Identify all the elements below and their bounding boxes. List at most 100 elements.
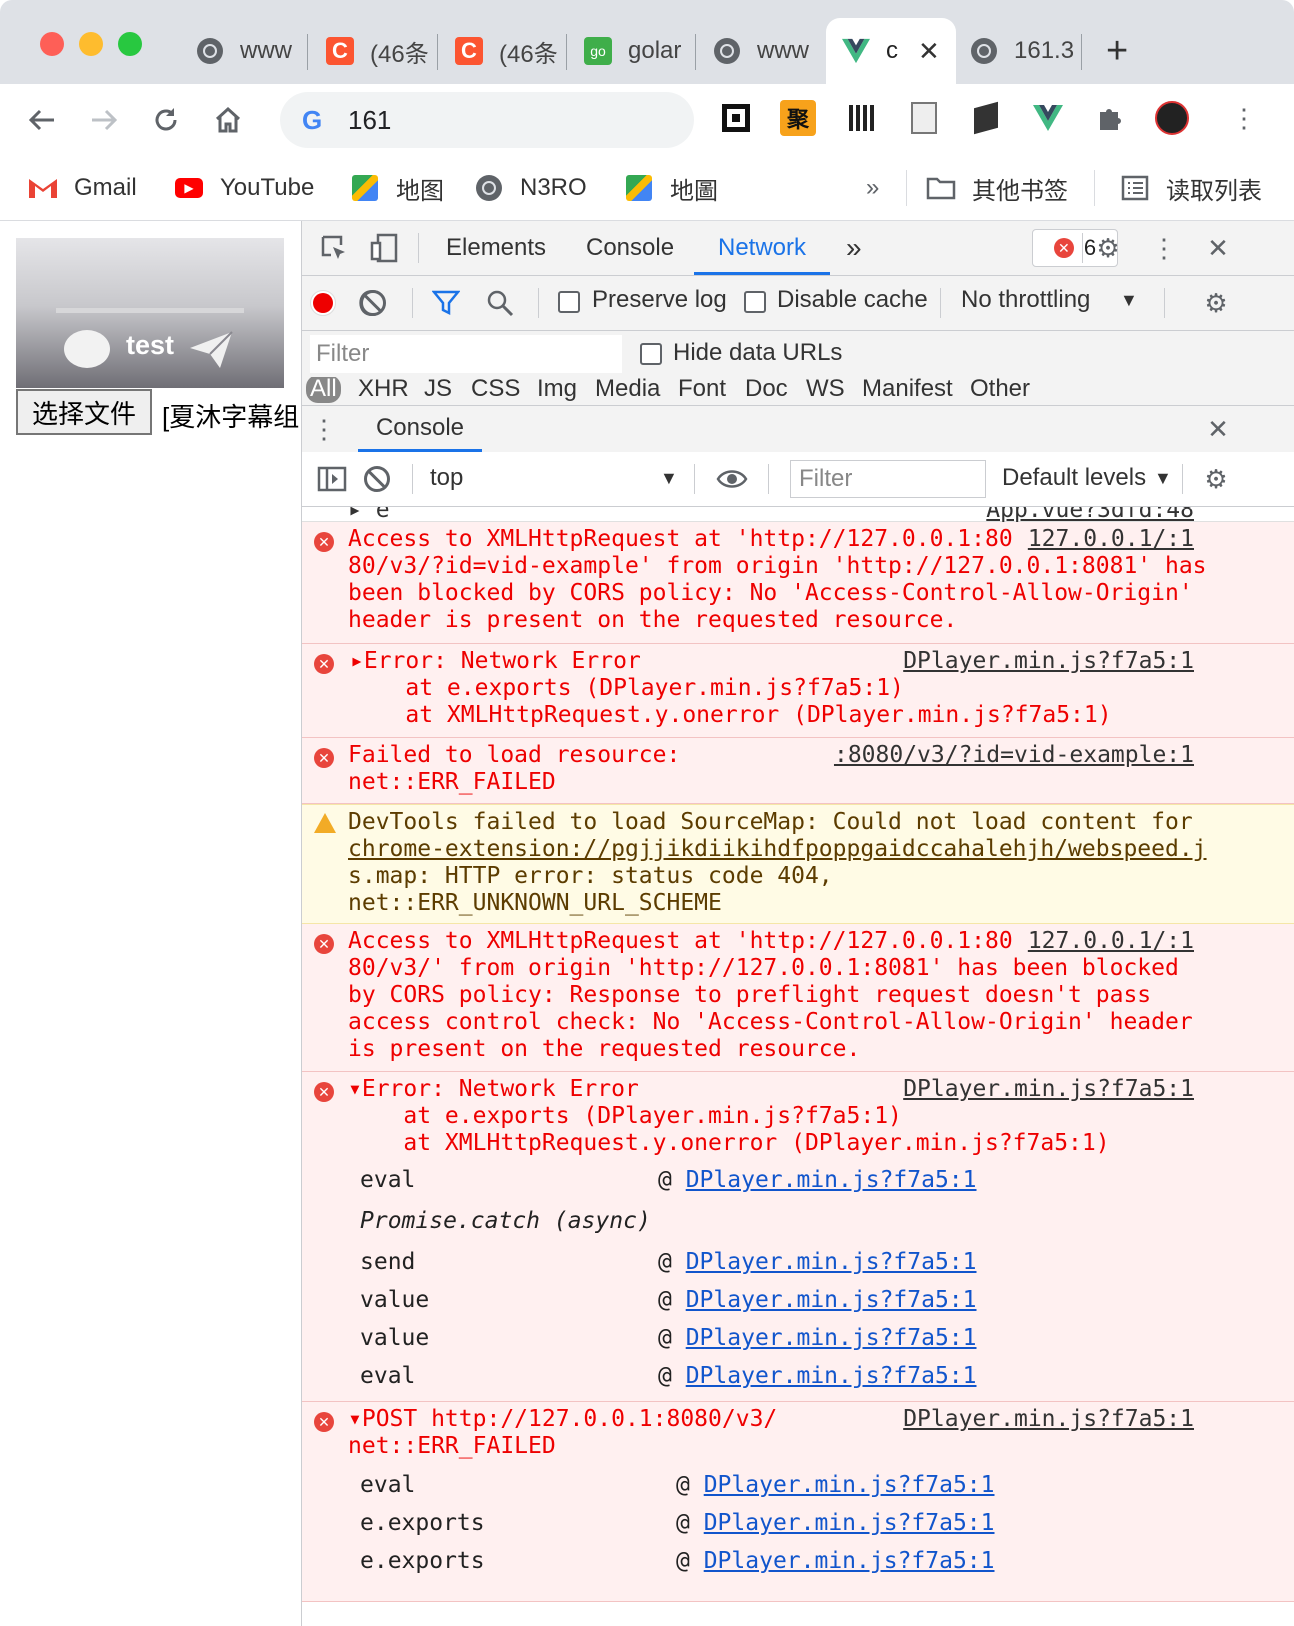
drawer-tab-console[interactable]: Console [358,406,482,452]
record-button[interactable] [310,290,336,316]
inspect-element-icon[interactable] [316,230,352,266]
tab-0[interactable]: www [196,18,308,84]
zoom-window-button[interactable] [118,32,142,56]
bookmark-youtube[interactable]: ▶ YouTube [174,166,314,210]
stack-source-link[interactable]: DPlayer.min.js?f7a5:1 [686,1167,977,1193]
new-tab-button[interactable]: + [1106,18,1146,84]
tab-console[interactable]: Console [586,221,674,275]
preserve-log-checkbox[interactable] [558,291,580,313]
source-link[interactable]: 127.0.0.1/:1 [1028,928,1194,955]
console-error-message[interactable]: ✕ DPlayer.min.js?f7a5:1 ▸Error: Network … [302,644,1294,738]
address-bar[interactable]: G 161 [280,92,694,148]
stack-source-link[interactable]: DPlayer.min.js?f7a5:1 [704,1510,995,1536]
close-tab-icon[interactable]: ✕ [918,36,940,67]
back-icon[interactable] [20,98,64,142]
disable-cache-checkbox[interactable] [744,291,766,313]
hide-data-urls-checkbox[interactable] [640,343,662,365]
type-filter-ws[interactable]: WS [806,377,845,403]
stack-source-link[interactable]: DPlayer.min.js?f7a5:1 [686,1325,977,1351]
console-row-cut[interactable]: ▸ e App.vue?3dfd:48 [302,507,1294,523]
settings-gear-icon[interactable]: ⚙ [1090,230,1126,266]
profile-avatar-icon[interactable] [1154,100,1190,136]
log-levels-select[interactable]: Default levels [1002,464,1146,492]
source-link[interactable]: :8080/v3/?id=vid-example:1 [834,742,1194,769]
console-filter-input[interactable]: Filter [790,460,986,498]
extensions-puzzle-icon[interactable] [1092,100,1128,136]
close-drawer-icon[interactable]: ✕ [1200,411,1236,447]
console-error-message[interactable]: ✕ DPlayer.min.js?f7a5:1 ▾Error: Network … [302,1072,1294,1402]
filter-funnel-icon[interactable] [428,285,464,321]
close-devtools-icon[interactable]: ✕ [1200,230,1236,266]
vue-devtools-icon[interactable] [1030,100,1066,136]
send-plane-icon[interactable] [188,330,234,370]
type-filter-font[interactable]: Font [678,377,726,403]
console-settings-gear-icon[interactable]: ⚙ [1198,461,1234,497]
live-expression-eye-icon[interactable] [714,461,750,497]
tab-1[interactable]: C (46条 [326,18,438,84]
forward-icon[interactable] [82,98,126,142]
reload-icon[interactable] [144,98,188,142]
source-link[interactable]: DPlayer.min.js?f7a5:1 [903,1406,1194,1433]
type-filter-js[interactable]: JS [424,377,452,403]
context-selector[interactable]: top [430,464,463,492]
source-link[interactable]: 127.0.0.1/:1 [1028,526,1194,553]
device-toolbar-icon[interactable] [366,230,402,266]
tab-elements[interactable]: Elements [446,221,546,275]
stack-source-link[interactable]: DPlayer.min.js?f7a5:1 [686,1363,977,1389]
minimize-window-button[interactable] [79,32,103,56]
clear-log-icon[interactable] [360,290,386,316]
stack-source-link[interactable]: DPlayer.min.js?f7a5:1 [686,1249,977,1275]
type-filter-media[interactable]: Media [595,377,660,403]
source-link[interactable]: DPlayer.min.js?f7a5:1 [903,648,1194,675]
stack-source-link[interactable]: DPlayer.min.js?f7a5:1 [704,1548,995,1574]
console-error-message[interactable]: ✕ 127.0.0.1/:1 Access to XMLHttpRequest … [302,522,1294,644]
bookmark-maps-2[interactable]: 地圖 [624,166,718,210]
type-filter-xhr[interactable]: XHR [358,377,409,403]
chevron-down-icon[interactable]: ▼ [1154,468,1172,489]
palette-icon[interactable] [64,330,110,368]
tab-4[interactable]: www [713,18,825,84]
tab-3[interactable]: go golar [584,18,696,84]
close-window-button[interactable] [40,32,64,56]
clear-console-icon[interactable] [364,466,390,492]
stack-source-link[interactable]: DPlayer.min.js?f7a5:1 [704,1472,995,1498]
tab-2[interactable]: C (46条 [455,18,567,84]
reading-list-button[interactable]: 读取列表 [1120,166,1262,210]
network-filter-input[interactable]: Filter [310,335,622,373]
qr-box-icon[interactable] [718,100,754,136]
tab-5-active[interactable]: c ✕ [826,18,956,84]
tab-6[interactable]: 161.3 [970,18,1082,84]
console-error-message[interactable]: ✕ 127.0.0.1/:1 Access to XMLHttpRequest … [302,924,1294,1072]
console-error-message[interactable]: ✕ :8080/v3/?id=vid-example:1 Failed to l… [302,738,1294,804]
search-icon[interactable] [482,285,518,321]
console-warning-message[interactable]: DevTools failed to load SourceMap: Could… [302,804,1294,924]
other-bookmarks-folder[interactable]: 其他书签 [926,166,1068,210]
throttling-select[interactable]: No throttling [961,286,1090,314]
document-icon[interactable] [906,100,942,136]
browser-menu-icon[interactable]: ⋮ [1226,100,1262,136]
stack-source-link[interactable]: DPlayer.min.js?f7a5:1 [686,1287,977,1313]
type-filter-all[interactable]: All [306,377,341,403]
sidebar-toggle-icon[interactable] [314,461,350,497]
tab-network[interactable]: Network [693,221,831,275]
message-line[interactable]: chrome-extension://pgjjikdiikihdfpoppgai… [348,836,1294,863]
choose-file-button[interactable]: 选择文件 [16,389,152,435]
cube-icon[interactable] [968,100,1004,136]
type-filter-css[interactable]: CSS [471,377,520,403]
console-error-message[interactable]: ✕ DPlayer.min.js?f7a5:1 ▾POST http://127… [302,1402,1294,1602]
jukuai-icon[interactable]: 聚 [780,100,816,136]
devtools-menu-icon[interactable]: ⋮ [1146,230,1182,266]
qrcode-icon[interactable] [844,100,880,136]
video-player[interactable]: test [16,238,284,388]
chevron-down-icon[interactable]: ▼ [660,468,678,489]
chevron-down-icon[interactable]: ▼ [1120,290,1138,311]
bookmark-maps[interactable]: 地图 [350,166,444,210]
network-settings-gear-icon[interactable]: ⚙ [1198,285,1234,321]
type-filter-other[interactable]: Other [970,377,1030,403]
player-progress-bar[interactable] [56,308,244,313]
more-tabs-button[interactable]: » [846,221,862,275]
type-filter-img[interactable]: Img [537,377,577,403]
drawer-menu-icon[interactable]: ⋮ [306,411,342,447]
bookmark-gmail[interactable]: Gmail [28,166,137,210]
type-filter-doc[interactable]: Doc [745,377,788,403]
